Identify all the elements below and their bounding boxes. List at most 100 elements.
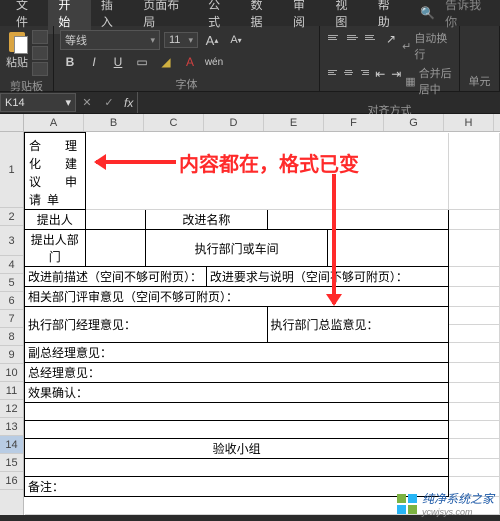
bold-button[interactable]: B (60, 53, 80, 71)
cell-d4[interactable]: 改进要求与说明（空间不够可附页）： (206, 267, 449, 287)
cell-h13[interactable] (449, 439, 500, 459)
row-1[interactable]: 1 (0, 132, 23, 208)
orientation-icon[interactable]: ↗ (382, 30, 400, 48)
cell-h12[interactable] (449, 421, 500, 439)
cell-a8[interactable]: 副总经理意见： (25, 343, 449, 363)
indent-right-icon[interactable]: ⇥ (389, 65, 403, 83)
select-all-corner[interactable] (0, 114, 24, 131)
font-name-combo[interactable]: 等线▾ (60, 30, 160, 50)
col-g[interactable]: G (384, 114, 444, 131)
col-d[interactable]: D (204, 114, 264, 131)
cell-a3[interactable]: 提出人部门 (25, 230, 86, 267)
cell-h1[interactable] (449, 133, 500, 210)
cell-a6[interactable]: 执行部门经理意见： (25, 307, 268, 343)
cell-a14[interactable] (25, 459, 449, 477)
row-12[interactable]: 12 (0, 400, 23, 418)
cell-f3[interactable] (328, 230, 449, 267)
cell-h5[interactable] (449, 287, 500, 307)
align-top-icon[interactable] (326, 30, 343, 44)
cell-c3[interactable]: 执行部门或车间 (146, 230, 328, 267)
align-left-icon[interactable] (326, 65, 340, 79)
cell-a2[interactable]: 提出人 (25, 210, 86, 230)
cell-a13[interactable]: 验收小组 (25, 439, 449, 459)
decrease-font-icon[interactable]: A▾ (226, 31, 246, 49)
increase-font-icon[interactable]: A▴ (202, 31, 222, 49)
cell-a4[interactable]: 改进前描述（空间不够可附页）： (25, 267, 207, 287)
cell-e2[interactable] (267, 210, 449, 230)
fx-icon[interactable]: fx (120, 96, 137, 110)
cell-c2[interactable]: 改进名称 (146, 210, 267, 230)
cell-h14[interactable] (449, 459, 500, 477)
row-2[interactable]: 2 (0, 208, 23, 226)
row-15[interactable]: 15 (0, 454, 23, 472)
row-11[interactable]: 11 (0, 382, 23, 400)
font-color-button[interactable]: A (180, 53, 200, 71)
row-9[interactable]: 9 (0, 346, 23, 364)
cell-h8[interactable] (449, 343, 500, 363)
font-size-combo[interactable]: 11▾ (164, 32, 198, 48)
cell-a12[interactable] (25, 421, 449, 439)
name-box[interactable]: K14▾ (0, 93, 76, 112)
underline-button[interactable]: U (108, 53, 128, 71)
cell-h4[interactable] (449, 267, 500, 287)
fx-enter-icon[interactable]: ✓ (98, 96, 120, 109)
cell-b3[interactable] (85, 230, 146, 267)
align-right-icon[interactable] (358, 65, 372, 79)
clipboard-label: 剪贴板 (6, 76, 47, 94)
row-6[interactable]: 6 (0, 292, 23, 310)
cell-a11[interactable] (25, 403, 449, 421)
cell-h2[interactable] (449, 210, 500, 230)
cell-a15[interactable]: 备注： (25, 477, 449, 497)
format-painter-button[interactable] (32, 62, 48, 76)
cell-e6[interactable]: 执行部门总监意见： (267, 307, 449, 343)
cell-a10[interactable]: 效果确认： (25, 383, 449, 403)
cut-button[interactable] (32, 30, 48, 44)
row-7[interactable]: 7 (0, 310, 23, 328)
col-e[interactable]: E (264, 114, 324, 131)
cell-h7[interactable] (449, 325, 500, 343)
cell-h10[interactable] (449, 383, 500, 403)
cell-title[interactable]: 合 理 化 建 议 申 请单 (25, 133, 86, 210)
watermark-url: ycwjsys.com (422, 507, 494, 517)
cell-h6[interactable] (449, 307, 500, 325)
align-center-icon[interactable] (342, 65, 356, 79)
row-5[interactable]: 5 (0, 274, 23, 292)
ribbon: 粘贴 剪贴板 等线▾ 11▾ A▴ A▾ B I U ▭ ◢ A wén 字体 (0, 26, 500, 92)
copy-button[interactable] (32, 46, 48, 60)
align-middle-icon[interactable] (345, 30, 362, 44)
search-icon[interactable]: 🔍 (410, 2, 445, 24)
col-b[interactable]: B (84, 114, 144, 131)
col-h[interactable]: H (444, 114, 494, 131)
row-14[interactable]: 14 (0, 436, 23, 454)
cell-b2[interactable] (85, 210, 146, 230)
fill-color-button[interactable]: ◢ (156, 53, 176, 71)
row-13[interactable]: 13 (0, 418, 23, 436)
wrap-text-button[interactable]: ↵自动换行 (402, 30, 453, 62)
fx-cancel-icon[interactable]: ✕ (76, 96, 98, 109)
row-16[interactable]: 16 (0, 472, 23, 490)
cell-a5[interactable]: 相关部门评审意见（空间不够可附页）： (25, 287, 449, 307)
watermark: 纯净系统之家 ycwjsys.com (397, 490, 494, 517)
col-a[interactable]: A (24, 114, 84, 131)
phonetic-button[interactable]: wén (204, 53, 224, 71)
align-bottom-icon[interactable] (363, 30, 380, 44)
row-4[interactable]: 4 (0, 256, 23, 274)
column-headers: A B C D E F G H (0, 114, 500, 132)
watermark-brand: 纯净系统之家 (422, 490, 494, 507)
cells-area[interactable]: 合 理 化 建 议 申 请单 提出人 改进名称 (24, 132, 500, 515)
cell-b1[interactable] (85, 133, 449, 210)
col-c[interactable]: C (144, 114, 204, 131)
cell-h11[interactable] (449, 403, 500, 421)
cell-a9[interactable]: 总经理意见： (25, 363, 449, 383)
paste-button[interactable]: 粘贴 (6, 30, 28, 76)
border-button[interactable]: ▭ (132, 53, 152, 71)
cell-h9[interactable] (449, 363, 500, 383)
row-3[interactable]: 3 (0, 226, 23, 256)
cell-h3[interactable] (449, 230, 500, 267)
row-8[interactable]: 8 (0, 328, 23, 346)
col-f[interactable]: F (324, 114, 384, 131)
row-10[interactable]: 10 (0, 364, 23, 382)
indent-left-icon[interactable]: ⇤ (373, 65, 387, 83)
formula-input[interactable] (137, 92, 500, 113)
italic-button[interactable]: I (84, 53, 104, 71)
